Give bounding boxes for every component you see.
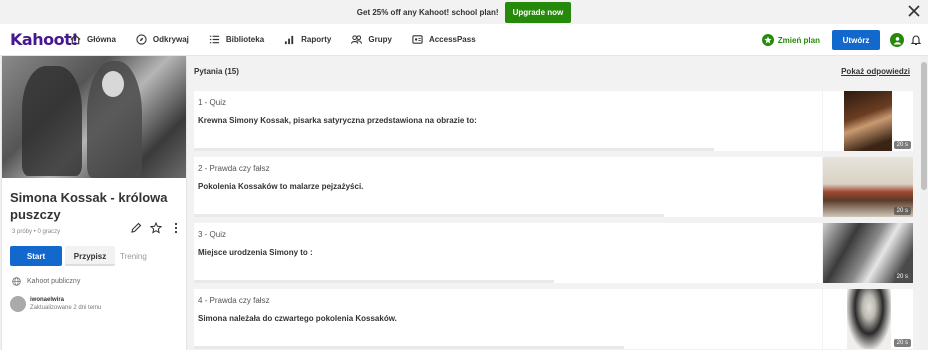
- nav-label: Grupy: [368, 35, 392, 44]
- kahoot-logo[interactable]: Kahoot!: [10, 30, 79, 49]
- create-button[interactable]: Utwórz: [832, 30, 880, 50]
- top-nav: Kahoot! Główna Odkrywaj Biblioteka Rapor…: [0, 24, 928, 56]
- change-plan-label: Zmień plan: [777, 35, 820, 45]
- author-name: iwonaelwira: [30, 297, 65, 303]
- training-button[interactable]: Trening: [120, 246, 147, 266]
- list-icon: [209, 35, 219, 44]
- bell-icon[interactable]: [910, 34, 922, 46]
- chart-icon: [285, 35, 294, 45]
- time-badge: 20 s: [893, 207, 911, 215]
- kahoot-actions: [130, 222, 182, 234]
- question-type: 2 - Prawda czy fałsz: [198, 164, 270, 173]
- author-info[interactable]: iwonaelwira Zaktualizowane 2 dni temu: [10, 296, 101, 312]
- user-avatar[interactable]: [890, 33, 904, 47]
- question-thumbnail: 20 s: [823, 91, 913, 151]
- compass-icon: [136, 34, 147, 45]
- question-card[interactable]: 2 - Prawda czy fałsz Pokolenia Kossaków …: [194, 157, 822, 217]
- question-thumbnail: 20 s: [823, 157, 913, 217]
- portrait-image: [844, 91, 892, 151]
- nav-label: AccessPass: [428, 35, 476, 44]
- time-badge: 20 s: [893, 273, 911, 281]
- start-button[interactable]: Start: [10, 246, 62, 266]
- edit-icon[interactable]: [130, 222, 142, 234]
- nav-item-home[interactable]: Główna: [70, 34, 116, 45]
- globe-icon: [12, 277, 21, 286]
- show-answers-link[interactable]: Pokaż odpowiedzi: [841, 67, 910, 76]
- upgrade-button[interactable]: Upgrade now: [504, 1, 572, 23]
- nav-label: Biblioteka: [225, 35, 265, 44]
- cover-image: [2, 56, 186, 178]
- group-icon: [351, 35, 363, 44]
- question-thumbnail: 20 s: [823, 223, 913, 283]
- question-thumbnail: 20 s: [823, 289, 913, 349]
- nav-label: Główna: [87, 35, 116, 44]
- kahoot-meta: 3 próby • 0 graczy: [12, 229, 61, 235]
- question-type: 3 - Quiz: [198, 230, 227, 239]
- scrollbar[interactable]: [920, 56, 928, 350]
- pass-icon: [412, 35, 423, 44]
- visibility-label: Kahoot publiczny: [27, 278, 81, 285]
- author-avatar: [10, 296, 26, 312]
- visibility-info: Kahoot publiczny: [12, 277, 80, 286]
- question-card[interactable]: 4 - Prawda czy fałsz Simona należała do …: [194, 289, 822, 349]
- question-text: Pokolenia Kossaków to malarze pejzażyści…: [198, 182, 364, 191]
- question-text: Krewna Simony Kossak, pisarka satyryczna…: [198, 116, 477, 125]
- home-icon: [70, 34, 81, 45]
- question-type: 1 - Quiz: [198, 98, 227, 107]
- promo-banner: Get 25% off any Kahoot! school plan! Upg…: [0, 0, 928, 24]
- time-badge: 20 s: [893, 339, 911, 347]
- nav-item-library[interactable]: Biblioteka: [209, 34, 264, 45]
- user-icon: [893, 36, 901, 45]
- question-card[interactable]: 1 - Quiz Krewna Simony Kossak, pisarka s…: [194, 91, 822, 151]
- close-icon[interactable]: [908, 5, 920, 17]
- nav-item-accesspass[interactable]: AccessPass: [412, 34, 476, 45]
- question-text: Miejsce urodzenia Simony to :: [198, 248, 313, 257]
- man-portrait-image: [847, 289, 891, 349]
- nav-item-groups[interactable]: Grupy: [351, 34, 392, 45]
- time-badge: 20 s: [893, 141, 911, 149]
- question-card[interactable]: 3 - Quiz Miejsce urodzenia Simony to :: [194, 223, 822, 283]
- kahoot-title: Simona Kossak - królowa puszczy: [10, 190, 168, 222]
- question-type: 4 - Prawda czy fałsz: [198, 296, 270, 305]
- updated-text: Zaktualizowane 2 dni temu: [30, 305, 102, 311]
- nav-item-reports[interactable]: Raporty: [284, 34, 331, 45]
- more-options-icon[interactable]: [170, 222, 182, 234]
- nav-item-discover[interactable]: Odkrywaj: [136, 34, 189, 45]
- change-plan-button[interactable]: Zmień plan: [761, 34, 820, 46]
- nav-label: Raporty: [301, 35, 332, 44]
- star-icon: [761, 34, 774, 46]
- question-text: Simona należała do czwartego pokolenia K…: [198, 314, 397, 323]
- kahoot-details-panel: Simona Kossak - królowa puszczy 3 próby …: [2, 56, 186, 350]
- nav-label: Odkrywaj: [152, 35, 189, 44]
- favorite-star-icon[interactable]: [150, 222, 162, 234]
- scrollbar-thumb[interactable]: [921, 62, 927, 190]
- questions-header: Pytania (15): [194, 67, 239, 76]
- promo-text: Get 25% off any Kahoot! school plan!: [356, 7, 499, 17]
- assign-button[interactable]: Przypisz: [65, 246, 115, 266]
